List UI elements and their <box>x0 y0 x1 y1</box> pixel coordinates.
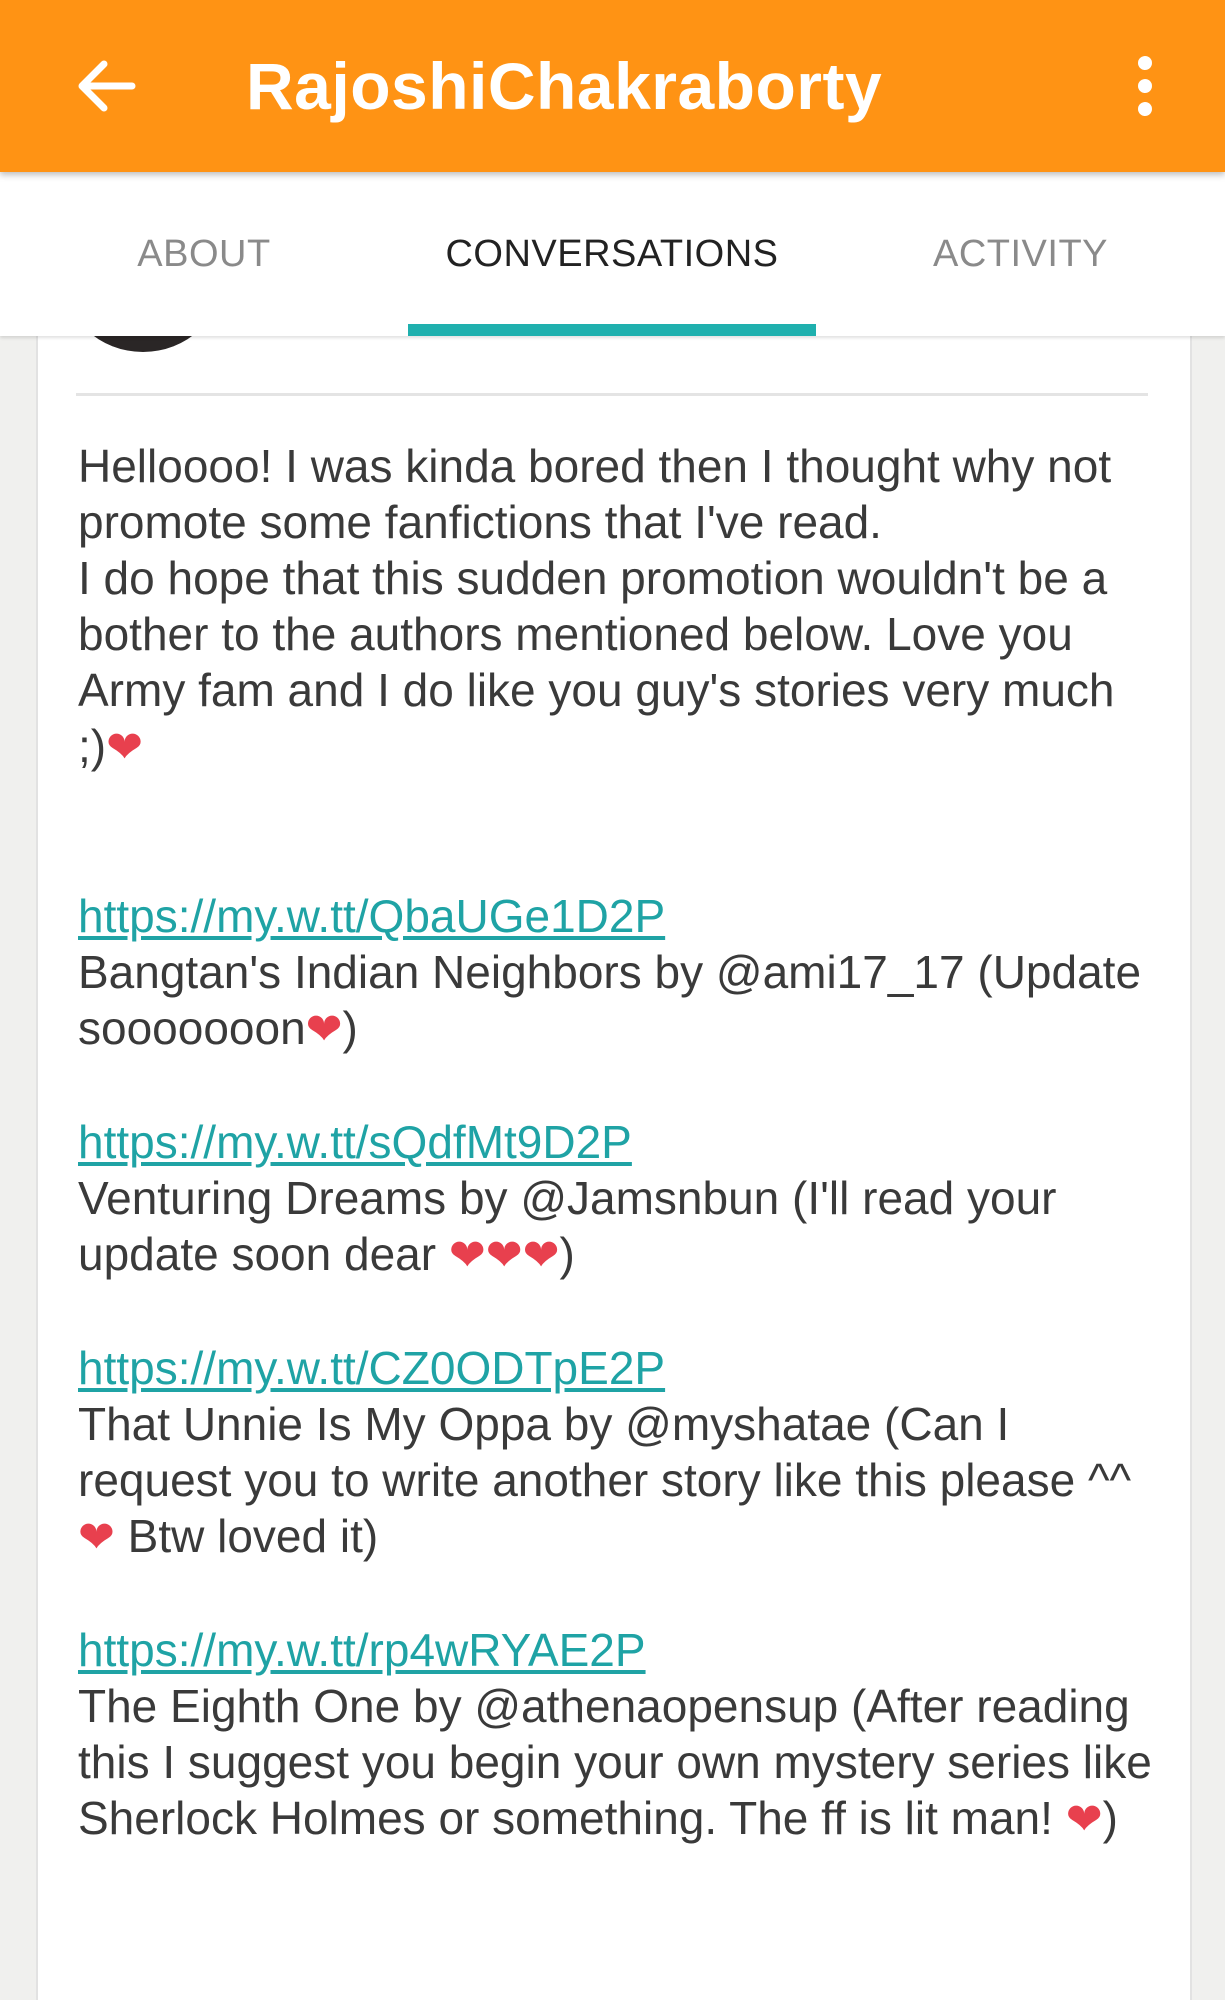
intro-text: I do hope that this sudden promotion wou… <box>78 552 1115 772</box>
more-vertical-icon-dot <box>1138 79 1152 93</box>
tab-conversations[interactable]: CONVERSATIONS <box>408 172 816 336</box>
arrow-left-icon <box>78 60 136 112</box>
story-text: ) <box>559 1228 575 1280</box>
more-options-button[interactable] <box>1110 38 1180 134</box>
heart-icon: ❤ <box>78 1513 115 1562</box>
story-text: ) <box>342 1002 358 1054</box>
post-intro-line: I do hope that this sudden promotion wou… <box>78 550 1153 776</box>
list-item: https://my.w.tt/rp4wRYAE2P The Eighth On… <box>78 1622 1153 1848</box>
story-description: That Unnie Is My Oppa by @myshatae (Can … <box>78 1396 1153 1566</box>
heart-icon: ❤❤❤ <box>448 1231 560 1280</box>
story-text: Btw loved it) <box>114 1510 379 1562</box>
story-link[interactable]: https://my.w.tt/QbaUGe1D2P <box>78 890 665 942</box>
story-link[interactable]: https://my.w.tt/sQdfMt9D2P <box>78 1116 632 1168</box>
tab-about[interactable]: ABOUT <box>0 172 408 336</box>
story-text: ) <box>1102 1792 1118 1844</box>
post-intro-line: Helloooo! I was kinda bored then I thoug… <box>78 438 1153 550</box>
divider <box>76 393 1148 396</box>
heart-icon: ❤ <box>106 723 143 772</box>
story-link[interactable]: https://my.w.tt/CZ0ODTpE2P <box>78 1342 665 1394</box>
more-vertical-icon <box>1138 56 1152 70</box>
story-description: The Eighth One by @athenaopensup (After … <box>78 1678 1153 1848</box>
heart-icon: ❤ <box>305 1005 343 1054</box>
tab-activity[interactable]: ACTIVITY <box>816 172 1225 336</box>
heart-icon: ❤ <box>1065 1795 1103 1844</box>
list-item: https://my.w.tt/sQdfMt9D2P Venturing Dre… <box>78 1114 1153 1284</box>
post-body: Helloooo! I was kinda bored then I thoug… <box>78 438 1153 1904</box>
list-item: https://my.w.tt/CZ0ODTpE2P That Unnie Is… <box>78 1340 1153 1566</box>
app-bar: RajoshiChakraborty <box>0 0 1225 172</box>
back-button[interactable] <box>56 38 156 134</box>
intro-text: Helloooo! I was kinda bored then I thoug… <box>78 440 1112 548</box>
tab-bar: ABOUT CONVERSATIONS ACTIVITY <box>0 172 1225 336</box>
story-description: Bangtan's Indian Neighbors by @ami17_17 … <box>78 944 1153 1058</box>
list-item: https://my.w.tt/QbaUGe1D2P Bangtan's Ind… <box>78 888 1153 1058</box>
story-text: The Eighth One by @athenaopensup (After … <box>78 1680 1152 1844</box>
story-description: Venturing Dreams by @Jamsnbun (I'll read… <box>78 1170 1153 1284</box>
story-link[interactable]: https://my.w.tt/rp4wRYAE2P <box>78 1624 646 1676</box>
active-tab-indicator <box>408 324 816 336</box>
page-title: RajoshiChakraborty <box>246 49 883 123</box>
story-text: Bangtan's Indian Neighbors by @ami17_17 … <box>78 946 1142 1054</box>
story-text: That Unnie Is My Oppa by @myshatae (Can … <box>78 1398 1132 1506</box>
more-vertical-icon-dot <box>1138 102 1152 116</box>
